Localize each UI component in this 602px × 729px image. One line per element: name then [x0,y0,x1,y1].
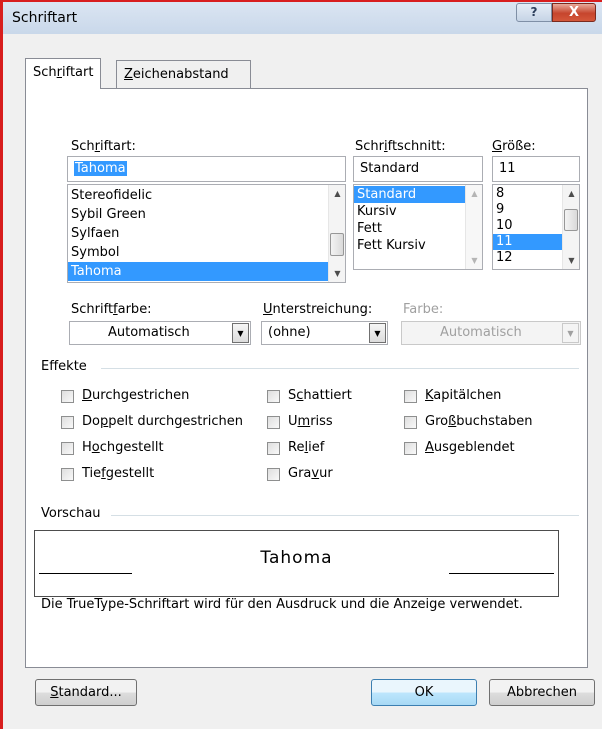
close-icon: X [568,5,580,20]
shadow-label: Schattiert [288,388,352,403]
close-button[interactable]: X [552,3,596,22]
emboss-label: Relief [288,440,325,455]
scroll-thumb[interactable] [564,209,578,231]
tab-schriftart[interactable]: Schriftart [25,58,102,89]
standard-button[interactable]: Standard... [35,679,137,706]
style-label: Schriftschnitt: [355,139,446,154]
preview-sample-text: Tahoma [260,548,333,568]
font-label: Schriftart: [71,139,136,154]
font-list-scrollbar[interactable]: ▲ ▼ [328,185,345,282]
font-input[interactable]: Tahoma [67,156,346,182]
tab-label: iftart [62,65,94,80]
small-caps-checkbox[interactable] [404,390,417,403]
dropdown-arrow-icon[interactable]: ▼ [369,323,386,343]
tab-zeichenabstand[interactable]: Zeichenabstand [116,60,251,88]
cancel-button[interactable]: Abbrechen [489,679,595,706]
preview-group-title: Vorschau [41,506,101,521]
style-input[interactable]: Standard [353,156,483,182]
list-item-selected[interactable]: Tahoma [68,262,328,281]
effects-divider [101,368,579,369]
tab-label: eichenabstand [132,67,229,82]
superscript-label: Hochgestellt [82,440,164,455]
style-input-value: Standard [360,161,420,176]
scroll-up-icon[interactable]: ▲ [329,185,345,202]
list-item[interactable]: Fett Kursiv [354,237,465,254]
preview-divider [111,515,579,516]
help-button[interactable]: ? [516,3,552,22]
list-item[interactable]: Fett [354,220,465,237]
list-item[interactable]: Stereofidelic [68,186,345,205]
tab-label: Sch [33,65,57,80]
subscript-label: Tiefgestellt [82,466,155,481]
strikethrough-checkbox[interactable] [61,390,74,403]
style-list[interactable]: Standard Kursiv Fett Fett Kursiv ▲ ▼ [353,184,483,270]
emboss-checkbox[interactable] [267,442,280,455]
outline-label: Umriss [288,414,333,429]
list-item-selected[interactable]: Standard [354,186,465,203]
size-input-value: 11 [499,161,516,176]
list-item[interactable]: Kursiv [354,203,465,220]
window-title: Schriftart [12,10,78,26]
engrave-checkbox[interactable] [267,468,280,481]
small-caps-label: Kapitälchen [425,388,502,403]
ok-button[interactable]: OK [371,679,477,706]
scroll-down-icon[interactable]: ▼ [466,252,482,269]
preview-box: Tahoma [34,530,559,597]
underline-color-label: Farbe: [403,302,444,317]
help-icon: ? [530,5,538,19]
all-caps-label: Großbuchstaben [425,414,533,429]
underline-select[interactable]: (ohne) ▼ [261,321,388,345]
style-list-scrollbar[interactable]: ▲ ▼ [465,185,482,269]
size-list-scrollbar[interactable]: ▲ ▼ [562,185,579,269]
size-input[interactable]: 11 [492,156,580,182]
preview-baseline-right [449,573,554,574]
dialog-body: Schriftart Zeichenabstand Schriftart: Ta… [3,34,602,729]
hidden-label: Ausgeblendet [425,440,515,455]
hidden-checkbox[interactable] [404,442,417,455]
size-list[interactable]: 8 9 10 11 12 ▲ ▼ [492,184,580,270]
list-item[interactable]: Sylfaen [68,224,345,243]
preview-note: Die TrueType-Schriftart wird für den Aus… [41,597,523,612]
subscript-checkbox[interactable] [61,468,74,481]
list-item[interactable]: Sybil Green [68,205,345,224]
superscript-checkbox[interactable] [61,442,74,455]
list-item[interactable]: 10 [493,218,562,234]
list-item[interactable]: 8 [493,186,562,202]
list-item-selected[interactable]: 11 [493,234,562,250]
strikethrough-label: Durchgestrichen [82,388,190,403]
engrave-label: Gravur [288,466,333,481]
font-input-value: Tahoma [74,161,127,176]
list-item[interactable]: Symbol [68,243,345,262]
underline-label: Unterstreichung: [263,302,373,317]
scroll-up-icon[interactable]: ▲ [466,185,482,202]
effects-group-title: Effekte [41,359,87,374]
preview-baseline-left [39,573,132,574]
shadow-checkbox[interactable] [267,390,280,403]
double-strikethrough-label: Doppelt durchgestrichen [82,414,243,429]
font-color-label: Schriftfarbe: [71,302,152,317]
scroll-thumb[interactable] [330,233,344,256]
font-list[interactable]: Stereofidelic Sybil Green Sylfaen Symbol… [67,184,346,283]
size-label: Größe: [492,139,536,154]
font-dialog: Schriftart ? X Schriftart Zeichenabstand… [0,0,602,729]
all-caps-checkbox[interactable] [404,416,417,429]
tab-label-accel: Z [124,67,133,82]
dropdown-arrow-icon[interactable]: ▼ [232,323,249,343]
list-item[interactable]: 12 [493,250,562,266]
outline-checkbox[interactable] [267,416,280,429]
dropdown-arrow-icon: ▼ [562,323,579,343]
double-strikethrough-checkbox[interactable] [61,416,74,429]
scroll-down-icon[interactable]: ▼ [329,265,345,282]
underline-color-select[interactable]: Automatisch ▼ [401,321,581,345]
scroll-up-icon[interactable]: ▲ [563,185,579,202]
title-bar[interactable]: Schriftart ? X [3,2,602,34]
font-color-value: Automatisch [108,325,190,340]
list-item[interactable]: 9 [493,202,562,218]
underline-value: (ohne) [268,325,311,340]
underline-color-value: Automatisch [440,325,522,340]
font-color-select[interactable]: Automatisch ▼ [69,321,251,345]
scroll-down-icon[interactable]: ▼ [563,252,579,269]
